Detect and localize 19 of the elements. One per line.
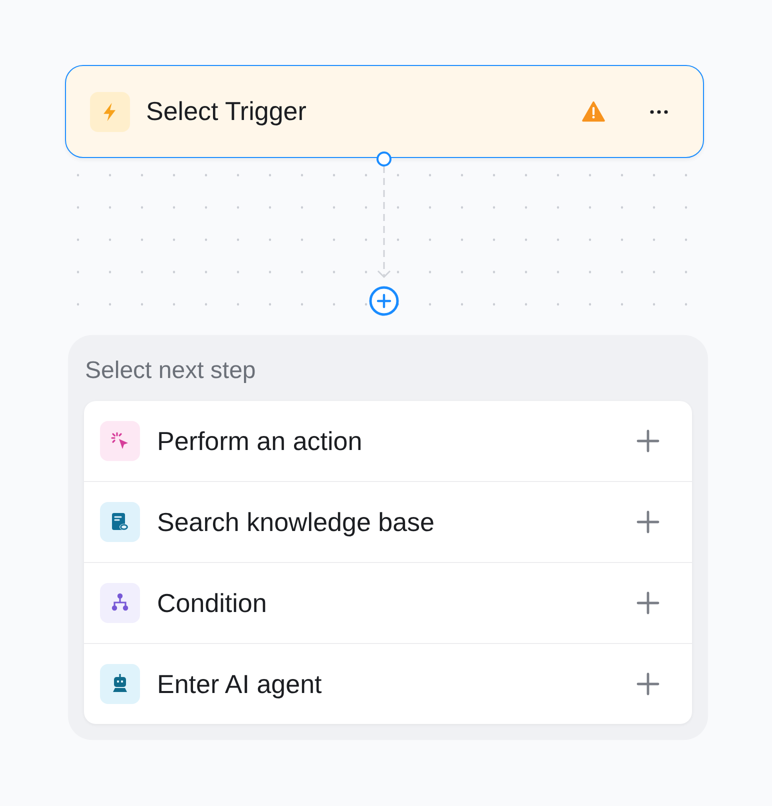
add-icon[interactable]	[636, 429, 660, 453]
add-icon[interactable]	[636, 591, 660, 615]
lightning-icon	[90, 92, 130, 132]
trigger-title: Select Trigger	[146, 96, 308, 127]
connection-handle[interactable]	[376, 152, 392, 166]
add-step-button[interactable]	[369, 286, 399, 316]
more-icon	[650, 110, 668, 114]
step-option[interactable]: Enter AI agent	[157, 668, 619, 700]
panel-heading: Select next step	[85, 357, 257, 385]
cursor-click-icon	[100, 421, 140, 461]
add-icon[interactable]	[636, 510, 660, 534]
step-option[interactable]: Perform an action	[157, 426, 619, 456]
step-option[interactable]: Search knowledge base	[157, 506, 619, 538]
step-option[interactable]: Condition	[157, 588, 619, 618]
add-icon[interactable]	[636, 672, 660, 696]
robot-icon	[100, 664, 140, 704]
branch-icon	[100, 583, 140, 623]
trigger-card[interactable]: Select Trigger	[65, 65, 704, 158]
document-cloud-icon	[100, 502, 140, 542]
